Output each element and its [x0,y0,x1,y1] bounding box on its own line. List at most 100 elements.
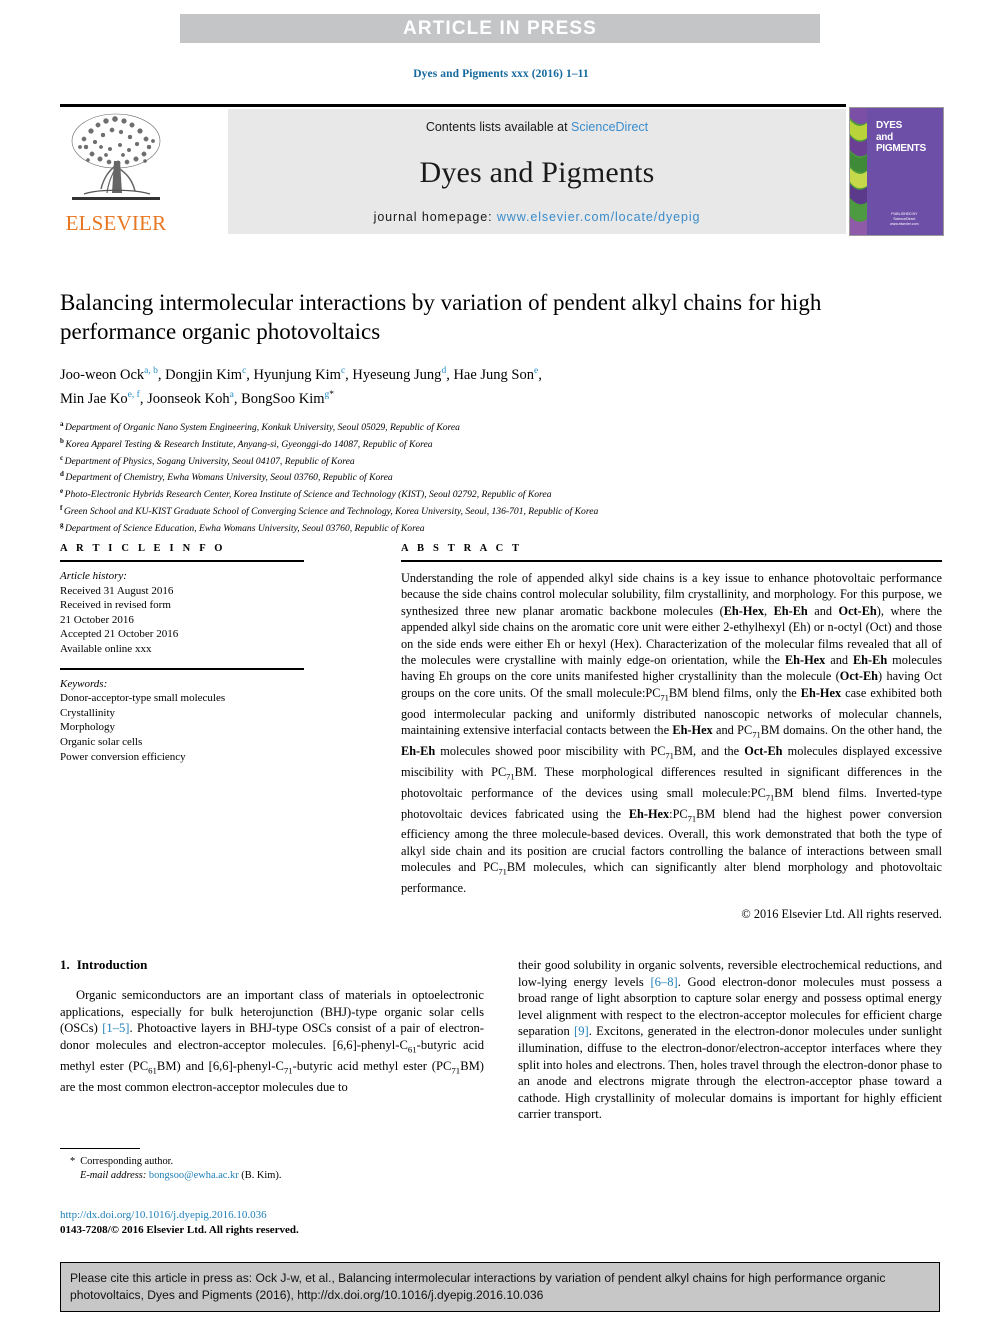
author-name: Hyunjung Kim [253,366,341,383]
article-history-line: Available online xxx [60,642,152,655]
section-heading-introduction: 1. Introduction [60,957,484,973]
keyword-item: Morphology [60,721,115,734]
affiliation-mark: d [60,470,64,479]
author-entry: Dongjin Kimc, [165,366,254,383]
author-separator: , [139,390,148,407]
article-history-line: Received 31 August 2016 [60,584,174,597]
email-address-label: E-mail address: [80,1170,147,1181]
journal-cover-thumbnail[interactable]: DYES and PIGMENTS PUBLISHED BY ScienceDirec… [849,107,944,236]
citation-ref-6-8[interactable]: [6–8] [650,975,677,989]
affiliation-text: Department of Physics, Sogang University… [64,455,355,467]
sciencedirect-link[interactable]: ScienceDirect [571,120,648,134]
abstract-copyright: © 2016 Elsevier Ltd. All rights reserved… [741,907,942,922]
affiliation-text: Photo-Electronic Hybrids Research Center… [64,489,552,501]
keywords-group: Keywords: Donor-acceptor-type small mole… [60,677,304,765]
affiliation-item: d Department of Chemistry, Ewha Womans Un… [60,468,890,485]
keyword-item: Crystallinity [60,706,115,719]
corresponding-author-footnote: * Corresponding author. E-mail address: b… [60,1148,484,1183]
intro-paragraph-continued: their good solubility in organic solvent… [518,958,942,1122]
contents-panel: Contents lists available at ScienceDirec… [228,109,846,234]
author-list: Joo-weon Ocka, b, Dongjin Kimc, Hyunjung… [60,361,890,409]
author-entry: Joo-weon Ocka, b, [60,366,165,383]
article-history-label: Article history: [60,570,127,582]
email-link[interactable]: bongsoo@ewha.ac.kr [149,1170,239,1181]
body-column-right: their good solubility in organic solvent… [518,957,942,1123]
author-name: Min Jae Ko [60,390,128,407]
article-info-heading: A R T I C L E I N F O [60,543,226,554]
affiliation-mark: f [60,503,63,512]
journal-homepage-link[interactable]: www.elsevier.com/locate/dyepig [497,210,700,224]
affiliation-item: e Photo-Electronic Hybrids Research Cente… [60,485,890,502]
cite-this-article-box: Please cite this article in press as: Oc… [60,1262,940,1312]
author-entry: Min Jae Koe, f, [60,389,148,407]
elsevier-tree-icon [71,113,161,200]
affiliation-item: c Department of Physics, Sogang Universit… [60,452,890,469]
affiliation-mark: b [60,436,64,445]
doi-link[interactable]: http://dx.doi.org/10.1016/j.dyepig.2016.… [60,1209,267,1221]
corresponding-author-marker: * [329,389,334,400]
section-title: Introduction [76,957,148,972]
affiliation-mark: e [60,487,64,496]
author-separator: , [246,366,254,383]
author-entry: Joonseok Koha, [147,390,241,407]
journal-homepage-prefix: journal homepage: [373,210,497,224]
affiliation-mark: a [60,420,64,428]
footnote-divider [60,1148,140,1149]
keywords-label: Keywords: [60,677,108,690]
body-column-left: 1. Introduction Organic semiconductors ar… [60,957,484,1096]
elsevier-logo: ELSEVIER [60,109,172,234]
journal-homepage-line: journal homepage: www.elsevier.com/locat… [228,210,846,224]
citation-ref-1-5[interactable]: [1–5] [102,1021,129,1035]
doi-block: http://dx.doi.org/10.1016/j.dyepig.2016.… [60,1208,520,1237]
contents-available-line: Contents lists available at ScienceDirec… [228,120,846,134]
author-entry: Hyunjung Kimc, [253,366,353,383]
author-entry: BongSoo Kimg* [241,389,334,407]
keyword-item: Donor-acceptor-type small molecules [60,692,226,705]
author-name: Hyeseung Jung [352,366,442,383]
masthead-divider [60,104,846,107]
paper-page: Dyes and Pigments xxx (2016) 1–11 ELSEVI… [60,0,944,1323]
cover-texture-strip [850,108,867,235]
affiliation-item: f Green School and KU-KIST Graduate Schoo… [60,502,890,519]
email-line: E-mail address: bongsoo@ewha.ac.kr (B. K… [70,1169,484,1183]
footnote-body: * Corresponding author. E-mail address: b… [60,1155,484,1183]
abstract-column: A B S T R A C T Understanding the role o… [401,543,942,922]
abstract-divider [401,560,942,562]
author-affiliation-mark: e, f [127,389,140,400]
keyword-item: Power conversion efficiency [60,750,186,763]
author-entry: Hyeseung Jungd, [352,366,453,383]
corresponding-author-line: * Corresponding author. [70,1155,484,1169]
author-entry: Hae Jung Sone, [453,366,542,383]
abstract-text: Understanding the role of appended alkyl… [401,571,943,896]
author-name: Hae Jung Son [453,366,534,383]
email-owner: (B. Kim). [241,1170,282,1181]
article-history-line: Accepted 21 October 2016 [60,628,179,641]
article-history-group: Article history: Received 31 August 2016… [60,569,304,657]
cover-journal-title: DYES and PIGMENTS [876,120,926,154]
author-name: Dongjin Kim [165,366,243,383]
abstract-heading: A B S T R A C T [401,543,523,554]
article-history-line: 21 October 2016 [60,613,134,626]
author-affiliation-mark: a, b [144,366,158,376]
page-title: Balancing intermolecular interactions by… [60,290,822,344]
keywords-divider [60,667,304,670]
affiliation-item: g Department of Science Education, Ewha W… [60,519,890,536]
author-separator: , [538,366,542,383]
affiliation-item: b Korea Apparel Testing & Research Instit… [60,435,890,452]
affiliation-text: Department of Chemistry, Ewha Womans Uni… [65,472,393,484]
affiliation-text: Korea Apparel Testing & Research Institu… [65,438,433,450]
section-number: 1. [60,957,70,972]
citation-ref-9[interactable]: [9] [574,1024,589,1038]
journal-running-head: Dyes and Pigments xxx (2016) 1–11 [413,68,589,80]
article-history-line: Received in revised form [60,599,171,612]
article-info-divider [60,560,304,562]
affiliation-text: Department of Science Education, Ewha Wo… [65,522,425,534]
cover-publisher-mark: PUBLISHED BY ScienceDirect www.elsevier.co… [890,212,919,226]
issn-copyright-line: 0143-7208/© 2016 Elsevier Ltd. All right… [60,1223,299,1236]
affiliation-text: Department of Organic Nano System Engine… [65,422,460,434]
contents-available-prefix: Contents lists available at [425,120,572,134]
affiliation-mark: c [60,453,64,462]
intro-paragraph-1: Organic semiconductors are an important … [60,988,484,1094]
author-name: Joonseok Koh [147,390,230,407]
journal-title: Dyes and Pigments [419,156,655,189]
